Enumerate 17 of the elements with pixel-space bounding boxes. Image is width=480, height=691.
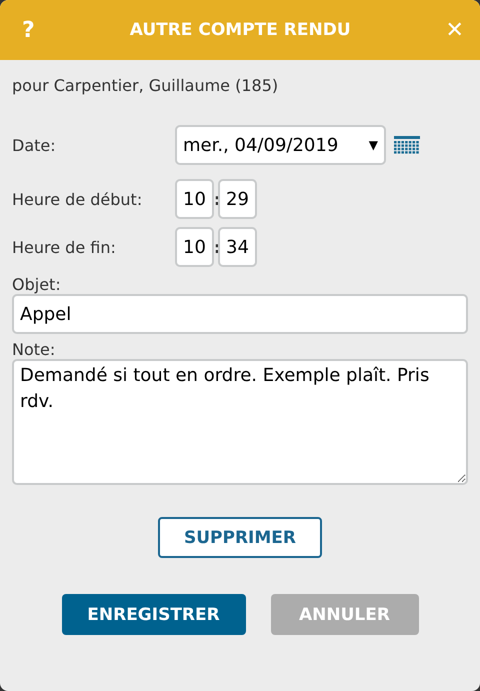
minute-field[interactable]: 29: [218, 179, 257, 219]
subject-label: Objet:: [12, 275, 62, 294]
subject-field[interactable]: Appel: [12, 294, 468, 334]
date-label: Date:: [12, 136, 57, 154]
calendar-icon[interactable]: [394, 136, 420, 154]
note-field[interactable]: Demandé si tout en ordre. Exemple plaît. Pris rdv.: [12, 359, 468, 485]
save-button[interactable]: ENREGISTRER: [62, 594, 246, 635]
window-title: AUTRE COMPTE RENDU: [130, 20, 351, 40]
hour-field[interactable]: 10: [175, 179, 214, 219]
note-label: Note:: [12, 340, 56, 359]
delete-button[interactable]: SUPPRIMER: [158, 517, 322, 558]
hour-field[interactable]: 10: [175, 227, 214, 267]
date-dropdown[interactable]: mer., 04/09/2019 ▼: [175, 125, 386, 165]
time-label: Heure de début:: [12, 190, 144, 208]
minute-field[interactable]: 34: [218, 227, 257, 267]
subtitle: pour Carpentier, Guillaume (185): [12, 76, 280, 95]
time-label: Heure de fin:: [12, 238, 117, 256]
